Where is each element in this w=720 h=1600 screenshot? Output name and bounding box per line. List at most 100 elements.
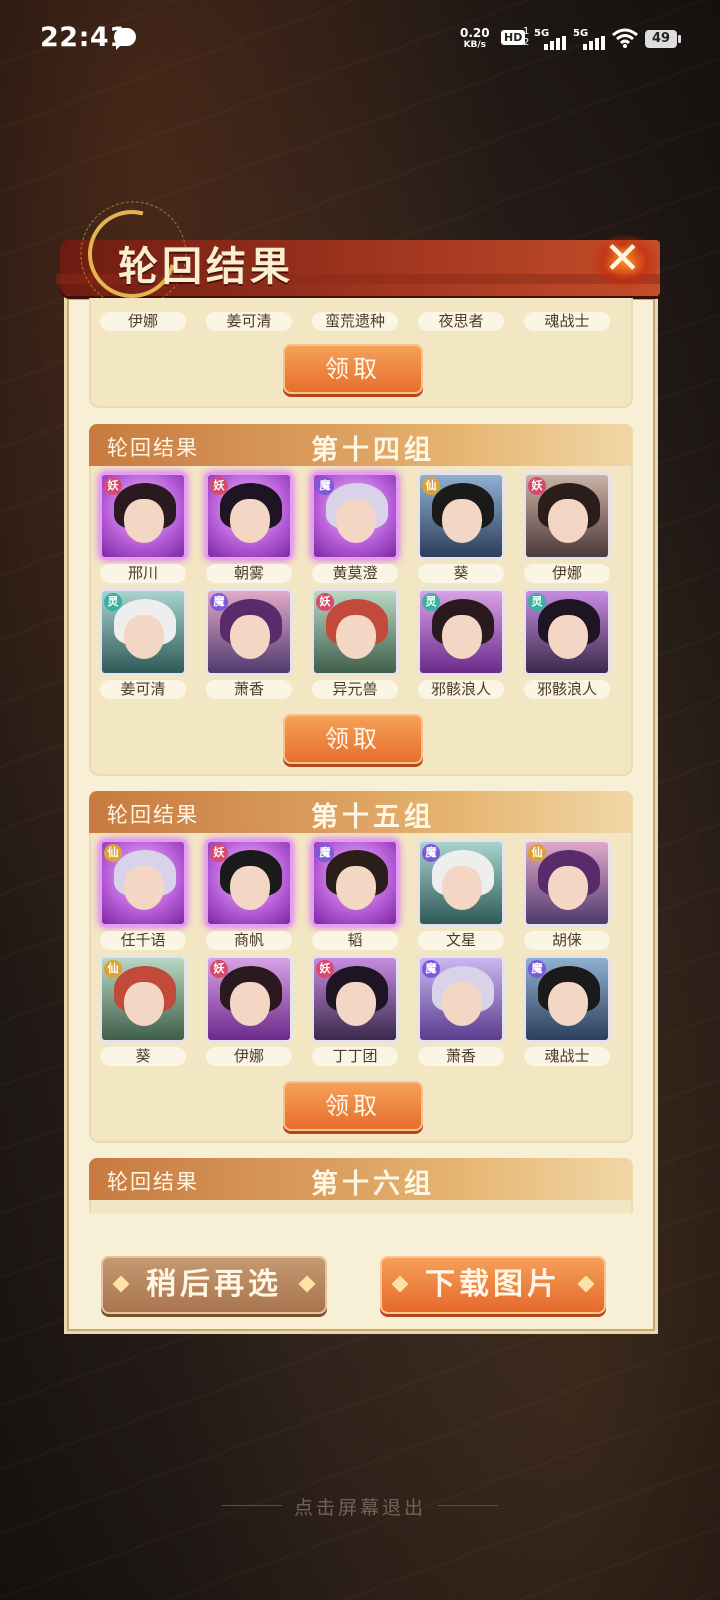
result-card: 轮回结果 第十五组仙任千语妖商帆魔韬魔文星仙胡俫仙葵妖伊娜妖丁丁团魔萧香魔魂战士领… — [89, 791, 633, 1143]
hero-name: 胡俫 — [524, 931, 610, 950]
hero-face — [442, 615, 482, 659]
hero-portrait[interactable]: 妖 — [523, 472, 611, 560]
results-list[interactable]: 伊娜 姜可清 蛮荒遗种 夜思者 魂战士 领取 轮回结果 第十四组妖邢川妖朝雾魔黄莫澄仙葵妖伊娜… — [67, 298, 655, 1213]
hero-name: 韬 — [312, 931, 398, 950]
faction-badge-icon: 仙 — [104, 960, 122, 978]
hero-name: 伊娜 — [100, 312, 186, 331]
hero-portrait[interactable]: 妖 — [311, 955, 399, 1043]
hero-face — [336, 615, 376, 659]
faction-badge-icon: 魔 — [528, 960, 546, 978]
claim-button[interactable]: 领取 — [283, 1081, 423, 1131]
hero-portrait[interactable]: 妖 — [205, 472, 293, 560]
network-speed-unit: KB/s — [463, 40, 487, 50]
hero-face — [336, 982, 376, 1026]
hero-face — [548, 866, 588, 910]
faction-badge-icon: 魔 — [316, 477, 334, 495]
card-label: 轮回结果 — [107, 1170, 199, 1194]
hero-name: 蛮荒遗种 — [312, 312, 398, 331]
hero-name: 黄莫澄 — [312, 564, 398, 583]
wifi-icon — [612, 28, 638, 48]
hero-portrait[interactable]: 妖 — [205, 955, 293, 1043]
hero-name: 邢川 — [100, 564, 186, 583]
net-type-1: 5G — [534, 28, 550, 39]
faction-badge-icon: 魔 — [422, 844, 440, 862]
claim-button[interactable]: 领取 — [283, 344, 423, 394]
choose-later-button[interactable]: 稍后再选 — [101, 1256, 327, 1314]
hero-face — [230, 615, 270, 659]
card-header: 轮回结果 第十六组 — [89, 1158, 633, 1200]
card-header: 轮回结果 第十五组 — [89, 791, 633, 833]
faction-badge-icon: 灵 — [104, 593, 122, 611]
hero-name: 任千语 — [100, 931, 186, 950]
signal-icon-1: 5G — [534, 28, 566, 50]
hd-icon: HD — [501, 30, 526, 45]
hero-portrait[interactable]: 灵 — [99, 588, 187, 676]
hero-portrait[interactable]: 魔 — [311, 839, 399, 927]
card-label: 轮回结果 — [107, 803, 199, 827]
faction-badge-icon: 魔 — [422, 960, 440, 978]
hero-name: 魂战士 — [524, 312, 610, 331]
hero-name: 异元兽 — [312, 680, 398, 699]
card-header: 轮回结果 第十四组 — [89, 424, 633, 466]
hero-face — [336, 499, 376, 543]
card-group-title: 第十五组 — [311, 802, 435, 833]
network-speed: 0.20 KB/s — [460, 27, 490, 51]
hero-portrait[interactable]: 魔 — [417, 839, 505, 927]
hero-name: 葵 — [100, 1047, 186, 1066]
faction-badge-icon: 仙 — [104, 844, 122, 862]
divider-right — [438, 1505, 498, 1506]
hero-name: 魂战士 — [524, 1047, 610, 1066]
card-group-title: 第十四组 — [311, 435, 435, 466]
hero-face — [442, 982, 482, 1026]
faction-badge-icon: 妖 — [316, 960, 334, 978]
hero-portrait[interactable]: 灵 — [523, 588, 611, 676]
hero-portrait[interactable]: 妖 — [205, 839, 293, 927]
download-image-button[interactable]: 下载图片 — [380, 1256, 606, 1314]
hero-face — [548, 615, 588, 659]
hero-face — [230, 982, 270, 1026]
choose-later-label: 稍后再选 — [146, 1267, 282, 1302]
faction-badge-icon: 妖 — [528, 477, 546, 495]
close-button[interactable]: ✕ — [590, 230, 660, 290]
hero-portrait[interactable]: 魔 — [417, 955, 505, 1043]
hero-portrait[interactable]: 魔 — [523, 955, 611, 1043]
hero-face — [548, 982, 588, 1026]
hero-name: 文星 — [418, 931, 504, 950]
faction-badge-icon: 灵 — [528, 593, 546, 611]
claim-label: 领取 — [325, 1092, 381, 1120]
hero-portrait[interactable]: 魔 — [311, 472, 399, 560]
faction-badge-icon: 魔 — [210, 593, 228, 611]
hero-name: 萧香 — [206, 680, 292, 699]
hero-name: 姜可清 — [206, 312, 292, 331]
hero-name: 夜思者 — [418, 312, 504, 331]
hero-portrait[interactable]: 仙 — [99, 955, 187, 1043]
status-bar: 22:41 0.20 KB/s HD 1 2 5G 5G 49 — [0, 0, 720, 80]
hero-face — [124, 982, 164, 1026]
hero-face — [336, 866, 376, 910]
hero-portrait[interactable]: 妖 — [99, 472, 187, 560]
hero-portrait[interactable]: 妖 — [311, 588, 399, 676]
hero-name: 邪骸浪人 — [524, 680, 610, 699]
hero-face — [124, 866, 164, 910]
hero-name: 朝雾 — [206, 564, 292, 583]
hero-face — [548, 499, 588, 543]
download-image-label: 下载图片 — [425, 1267, 561, 1302]
faction-badge-icon: 妖 — [316, 593, 334, 611]
dialog-title: 轮回结果 — [118, 243, 294, 290]
faction-badge-icon: 灵 — [422, 593, 440, 611]
network-speed-value: 0.20 — [460, 26, 490, 40]
battery-icon: 49 — [645, 30, 681, 48]
hero-face — [124, 615, 164, 659]
hero-name: 葵 — [418, 564, 504, 583]
hero-portrait[interactable]: 魔 — [205, 588, 293, 676]
hero-portrait[interactable]: 灵 — [417, 588, 505, 676]
hero-face — [230, 499, 270, 543]
claim-button[interactable]: 领取 — [283, 714, 423, 764]
hero-portrait[interactable]: 仙 — [523, 839, 611, 927]
hero-portrait[interactable]: 仙 — [417, 472, 505, 560]
faction-badge-icon: 妖 — [104, 477, 122, 495]
hero-name: 伊娜 — [206, 1047, 292, 1066]
card-group-title: 第十六组 — [311, 1169, 435, 1200]
hero-portrait[interactable]: 仙 — [99, 839, 187, 927]
hero-name: 姜可清 — [100, 680, 186, 699]
